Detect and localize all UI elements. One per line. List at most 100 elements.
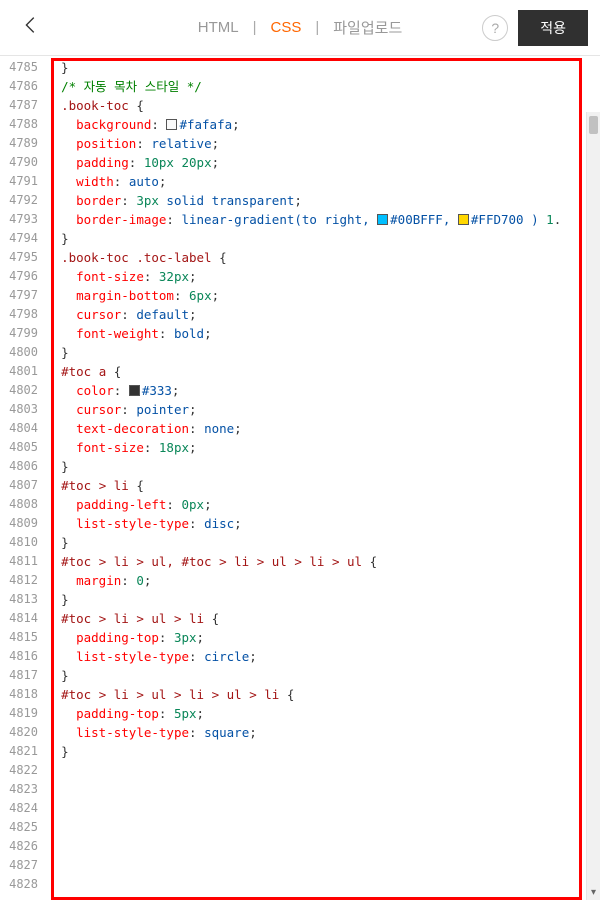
help-button[interactable]: ? [482,15,508,41]
line-number: 4796 [0,267,46,286]
line-number: 4800 [0,343,46,362]
code-line[interactable]: #toc > li > ul > li > ul > li { [46,685,600,704]
line-number: 4822 [0,761,46,780]
line-number: 4786 [0,77,46,96]
line-number: 4790 [0,153,46,172]
line-number: 4824 [0,799,46,818]
code-line[interactable]: .book-toc .toc-label { [46,248,600,267]
code-line[interactable]: border-image: linear-gradient(to right, … [46,210,600,229]
line-number: 4814 [0,609,46,628]
tab-html[interactable]: HTML [194,19,243,36]
line-number: 4787 [0,96,46,115]
editor-header: HTML | CSS | 파일업로드 ? 적용 [0,0,600,56]
code-line[interactable]: cursor: default; [46,305,600,324]
line-number: 4815 [0,628,46,647]
line-number: 4828 [0,875,46,894]
line-number: 4825 [0,818,46,837]
tab-upload[interactable]: 파일업로드 [329,17,406,38]
code-line[interactable]: #toc a { [46,362,600,381]
code-line[interactable]: .book-toc { [46,96,600,115]
code-line[interactable]: font-size: 32px; [46,267,600,286]
line-number: 4816 [0,647,46,666]
line-number: 4818 [0,685,46,704]
code-line[interactable]: } [46,58,600,77]
back-arrow-icon [20,14,42,36]
code-line[interactable]: } [46,590,600,609]
code-line[interactable]: color: #333; [46,381,600,400]
line-number: 4811 [0,552,46,571]
line-number: 4789 [0,134,46,153]
tab-separator: | [253,19,257,36]
color-swatch-icon [458,214,469,225]
code-line[interactable]: background: #fafafa; [46,115,600,134]
line-number: 4819 [0,704,46,723]
line-number: 4792 [0,191,46,210]
code-line[interactable]: padding-top: 3px; [46,628,600,647]
line-number: 4813 [0,590,46,609]
line-number: 4804 [0,419,46,438]
code-line[interactable]: padding-left: 0px; [46,495,600,514]
code-line[interactable]: margin-bottom: 6px; [46,286,600,305]
code-line[interactable]: padding-top: 5px; [46,704,600,723]
color-swatch-icon [129,385,140,396]
code-line[interactable]: #toc > li { [46,476,600,495]
code-line[interactable]: } [46,533,600,552]
line-number: 4788 [0,115,46,134]
tab-separator: | [315,19,319,36]
code-line[interactable]: text-decoration: none; [46,419,600,438]
code-line[interactable]: width: auto; [46,172,600,191]
line-number: 4805 [0,438,46,457]
file-tabs: HTML | CSS | 파일업로드 [194,17,407,38]
vertical-scrollbar[interactable]: ▾ [586,112,600,900]
code-line[interactable]: } [46,457,600,476]
line-number: 4807 [0,476,46,495]
back-button[interactable] [12,6,50,49]
line-number: 4801 [0,362,46,381]
code-line[interactable]: list-style-type: square; [46,723,600,742]
code-text-area[interactable]: } /* 자동 목차 스타일 */ .book-toc { background… [46,56,600,900]
code-line[interactable]: /* 자동 목차 스타일 */ [46,77,600,96]
line-number: 4802 [0,381,46,400]
line-number: 4791 [0,172,46,191]
code-line[interactable]: cursor: pointer; [46,400,600,419]
code-line[interactable]: list-style-type: disc; [46,514,600,533]
code-line[interactable]: border: 3px solid transparent; [46,191,600,210]
code-line[interactable]: } [46,666,600,685]
apply-button[interactable]: 적용 [518,10,588,46]
line-number: 4797 [0,286,46,305]
line-number: 4785 [0,58,46,77]
scrollbar-thumb[interactable] [589,116,598,134]
line-number: 4827 [0,856,46,875]
code-line[interactable]: } [46,742,600,761]
line-number: 4821 [0,742,46,761]
tab-css[interactable]: CSS [266,19,305,36]
line-number: 4799 [0,324,46,343]
line-number: 4808 [0,495,46,514]
code-line[interactable]: position: relative; [46,134,600,153]
code-line[interactable]: margin: 0; [46,571,600,590]
color-swatch-icon [166,119,177,130]
line-number: 4817 [0,666,46,685]
line-number: 4795 [0,248,46,267]
code-line[interactable]: } [46,343,600,362]
code-line[interactable]: } [46,229,600,248]
code-editor[interactable]: 4785478647874788478947904791479247934794… [0,56,600,900]
line-number: 4809 [0,514,46,533]
line-number: 4798 [0,305,46,324]
code-line[interactable]: padding: 10px 20px; [46,153,600,172]
code-line[interactable]: font-weight: bold; [46,324,600,343]
line-number: 4820 [0,723,46,742]
scroll-down-icon[interactable]: ▾ [587,887,600,898]
line-number: 4806 [0,457,46,476]
line-number: 4793 [0,210,46,229]
line-number: 4810 [0,533,46,552]
code-line[interactable]: list-style-type: circle; [46,647,600,666]
code-line[interactable]: font-size: 18px; [46,438,600,457]
line-number: 4812 [0,571,46,590]
code-line[interactable]: #toc > li > ul, #toc > li > ul > li > ul… [46,552,600,571]
line-number-gutter: 4785478647874788478947904791479247934794… [0,56,46,900]
color-swatch-icon [377,214,388,225]
line-number: 4823 [0,780,46,799]
code-line[interactable]: #toc > li > ul > li { [46,609,600,628]
header-right-controls: ? 적용 [482,10,588,46]
